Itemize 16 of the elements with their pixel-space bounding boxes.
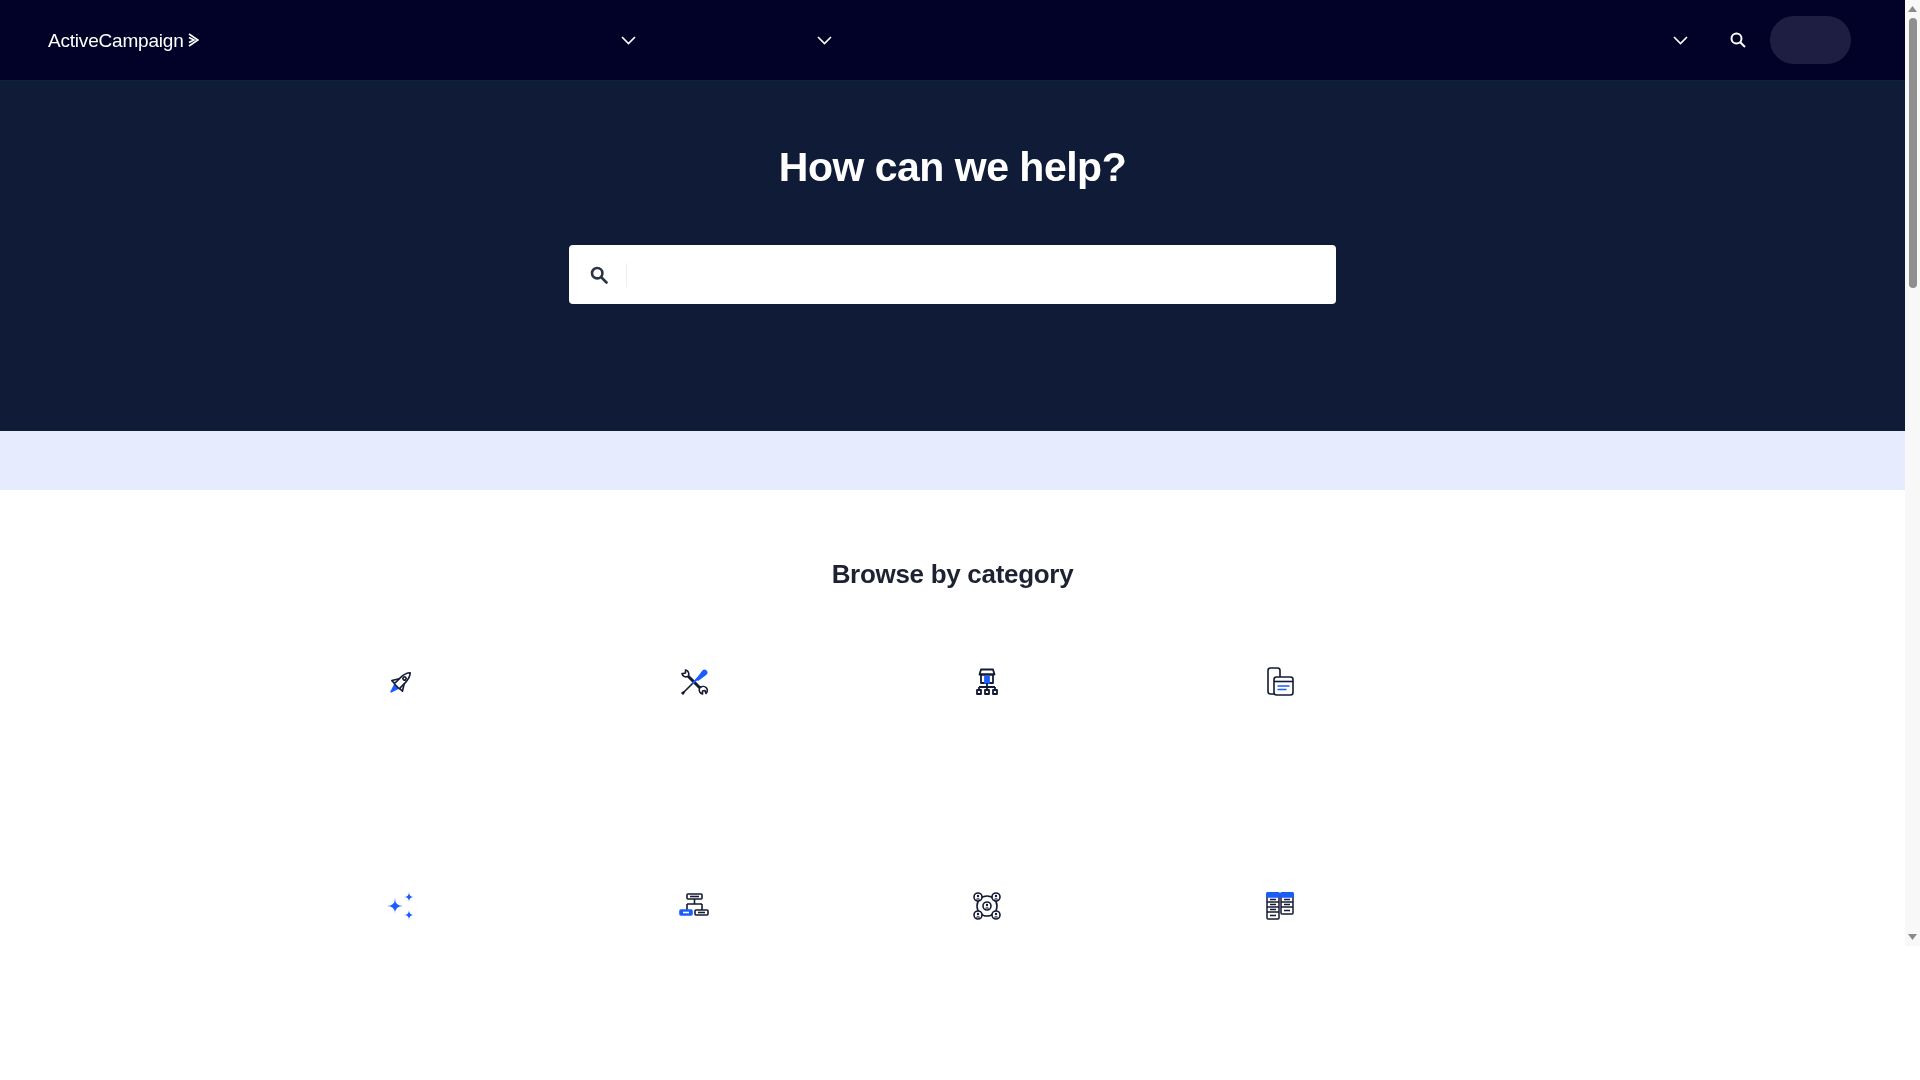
scrollbar-track[interactable] [1905, 0, 1920, 946]
caret-down-icon[interactable] [1908, 934, 1917, 940]
chevron-right-icon [187, 33, 199, 47]
logo-link[interactable]: ActiveCampaign [48, 30, 199, 50]
chevron-down-icon[interactable] [1673, 35, 1688, 45]
caret-up-icon[interactable] [1908, 6, 1917, 12]
search-field[interactable] [569, 245, 1336, 304]
chevron-down-icon[interactable] [816, 35, 832, 45]
scrollbar-thumb[interactable] [1908, 18, 1917, 288]
list-columns-icon [1263, 890, 1296, 922]
chevron-down-icon[interactable] [620, 35, 636, 45]
hero-title: How can we help? [778, 143, 1127, 191]
search-icon[interactable] [1730, 32, 1746, 48]
people-network-icon [970, 890, 1003, 922]
search-icon [590, 265, 608, 284]
section-title: Browse by category [831, 558, 1074, 591]
